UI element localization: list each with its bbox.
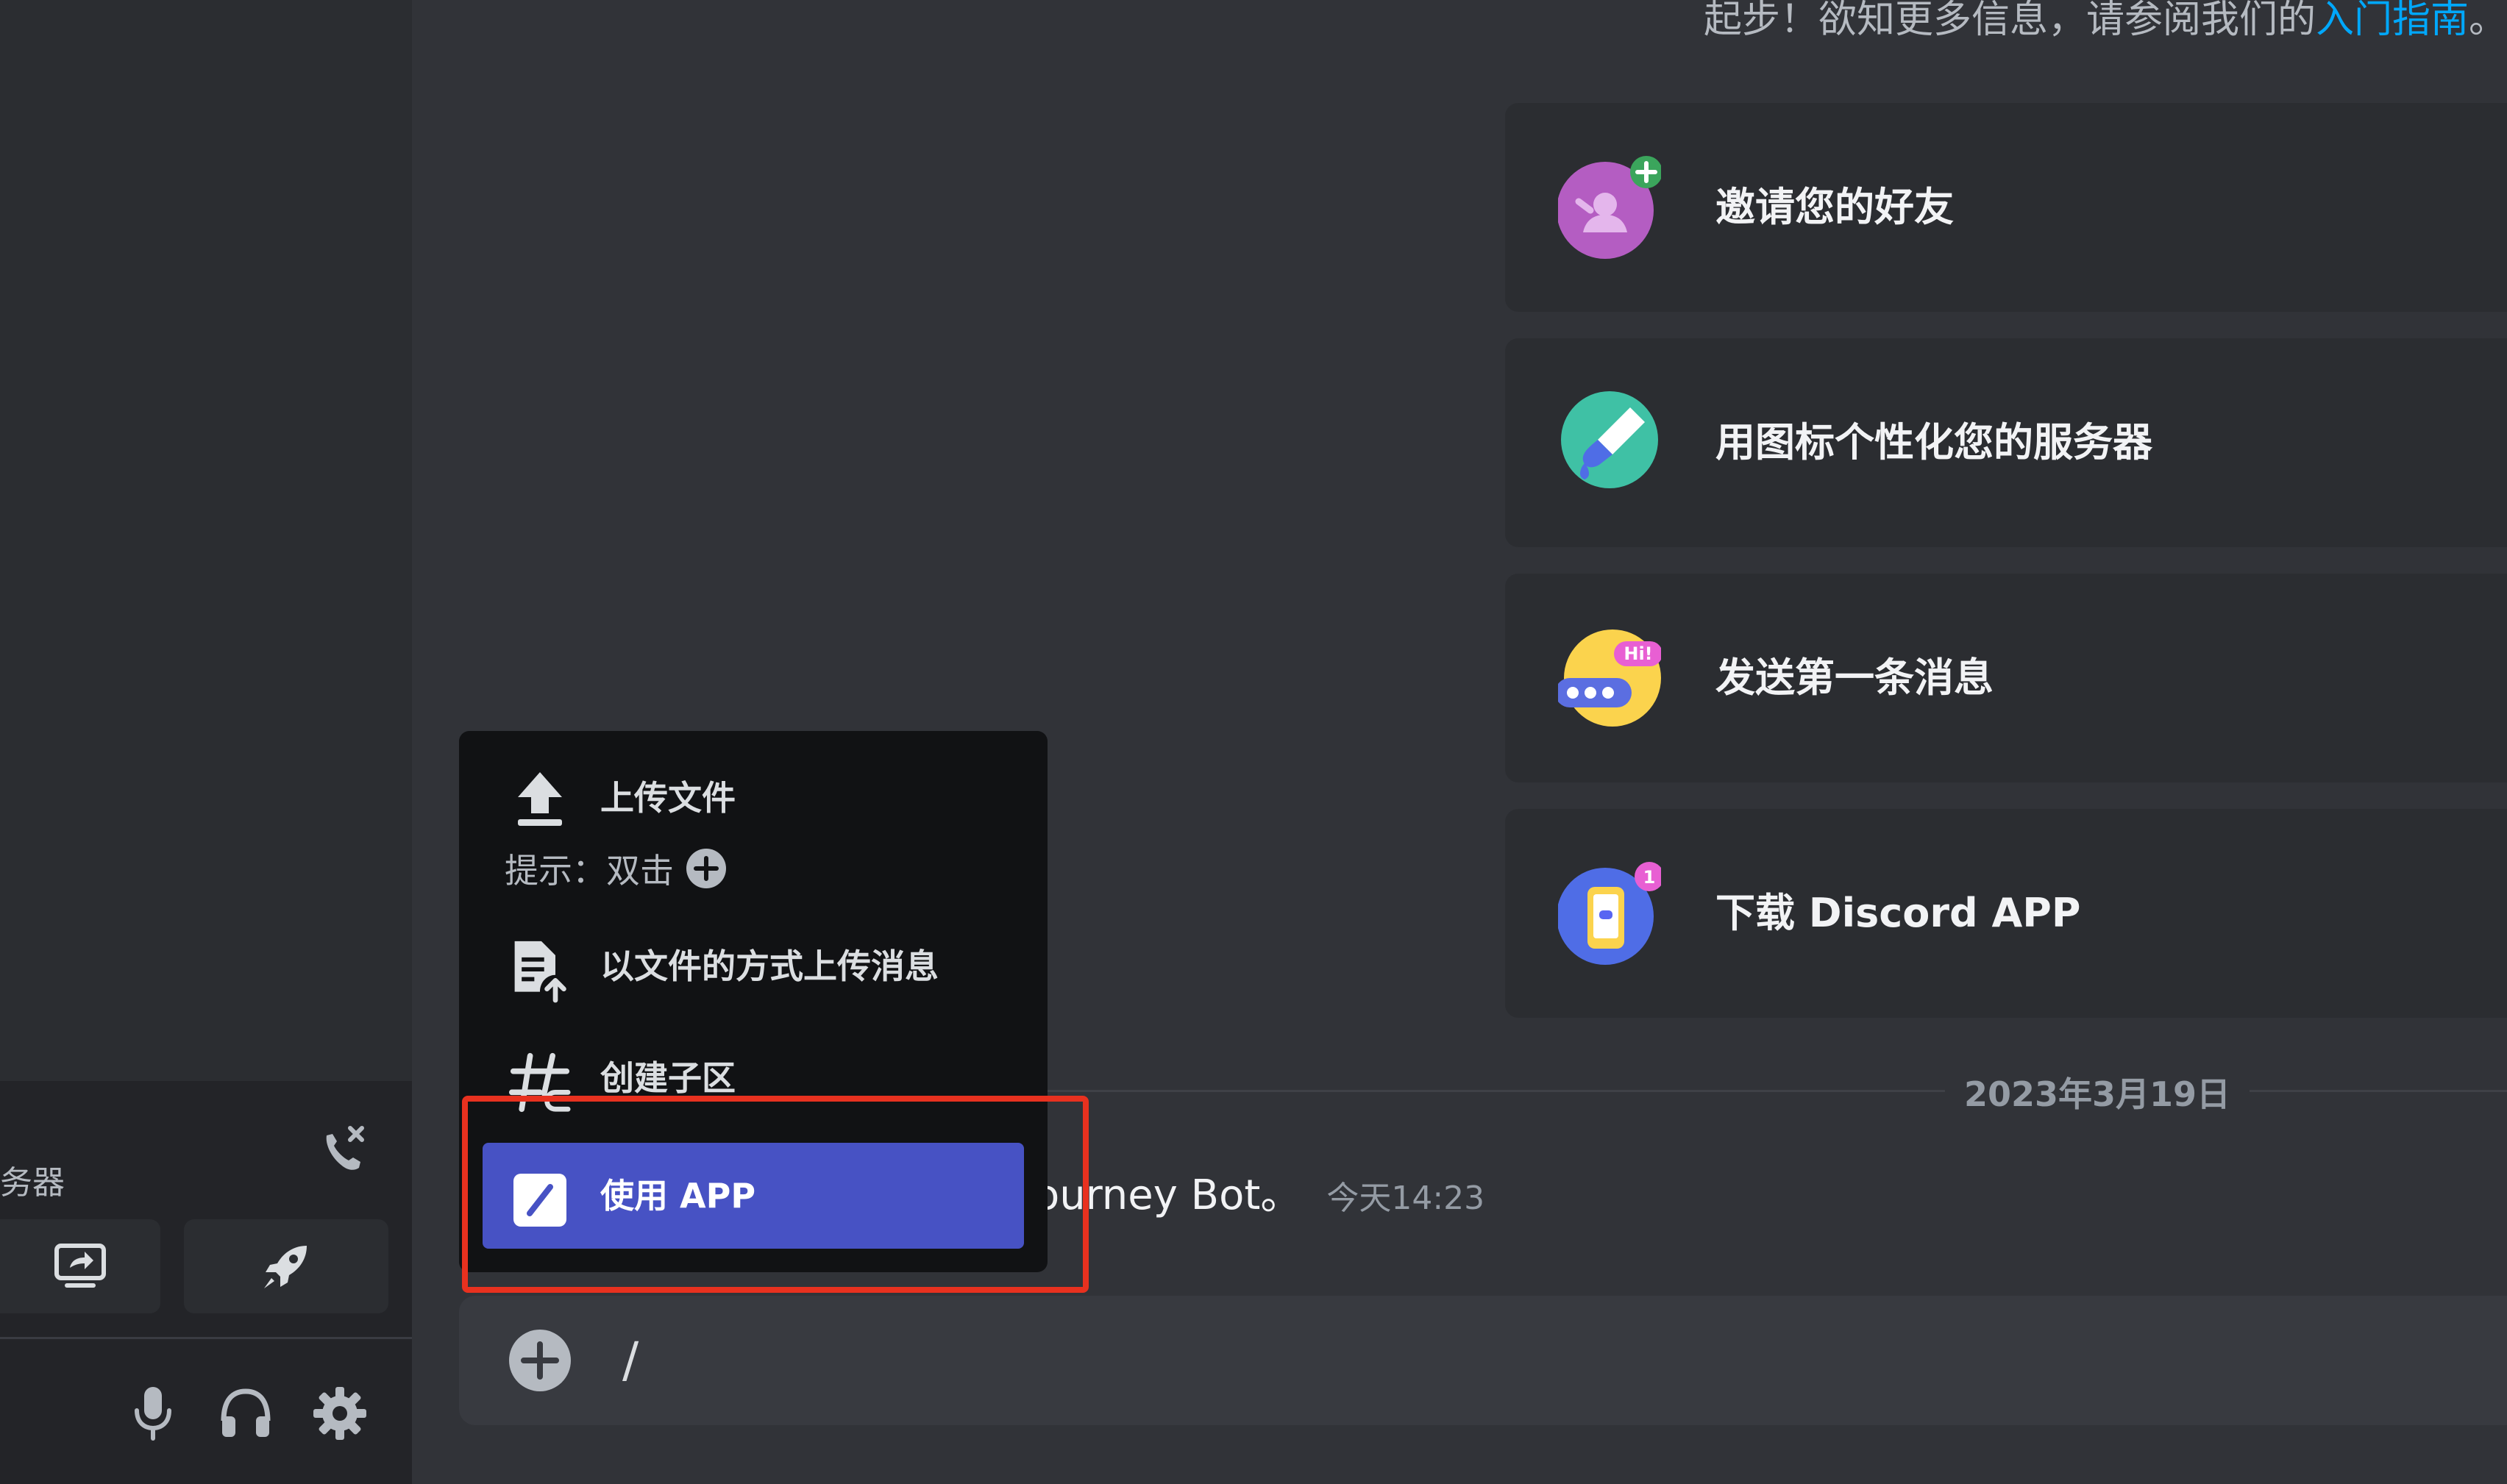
paint-brush-icon <box>1561 391 1658 488</box>
task-card-send-first-message[interactable]: Hi! 发送第一条消息 <box>1505 574 2507 782</box>
menu-item-use-app[interactable]: 使用 APP <box>483 1143 1024 1249</box>
getting-started-link[interactable]: 入门指南 <box>2316 0 2469 42</box>
disconnect-button[interactable] <box>307 1115 381 1188</box>
channel-sidebar: 务器 <box>0 0 412 1484</box>
menu-item-label: 使用 APP <box>600 1176 756 1216</box>
task-card-customize-server[interactable]: 用图标个性化您的服务器 <box>1505 338 2507 547</box>
task-label: 下载 Discord APP <box>1715 890 2081 936</box>
menu-item-create-thread[interactable]: 创建子区 <box>483 1025 1024 1131</box>
task-label: 用图标个性化您的服务器 <box>1715 419 2152 465</box>
upload-hint-text: 提示：双击 <box>505 851 674 891</box>
welcome-text-body: 起步！欲知更多信息，请参阅我们的 <box>1703 0 2316 42</box>
invite-friends-icon <box>1558 156 1661 259</box>
app-window: 务器 起步！欲知更多信息，请参阅我们的入门指南。 邀请您的好友 用图标个性化您的… <box>0 0 2507 1484</box>
task-label: 邀请您的好友 <box>1715 184 1954 230</box>
message-composer[interactable]: / <box>459 1296 2507 1425</box>
gear-icon <box>313 1387 366 1440</box>
voice-server-name: 务器 <box>0 1164 65 1202</box>
phone-disconnect-icon <box>326 1126 364 1170</box>
task-card-download-app[interactable]: 1 下载 Discord APP <box>1505 809 2507 1018</box>
date-divider-label: 2023年3月19日 <box>1945 1068 2250 1116</box>
thread-icon <box>509 1052 571 1113</box>
microphone-icon <box>135 1387 171 1441</box>
plus-circle-icon[interactable] <box>508 1328 572 1393</box>
upload-hint: 提示：双击 <box>505 844 727 893</box>
menu-item-upload-as-message[interactable]: 以文件的方式上传消息 <box>483 913 1024 1019</box>
hi-badge: Hi! <box>1624 643 1652 664</box>
task-card-invite-friends[interactable]: 邀请您的好友 <box>1505 103 2507 312</box>
mobile-app-icon: 1 <box>1558 862 1661 965</box>
attachment-menu: 上传文件 提示：双击 以文件的方式上传消息 创建子区 使用 APP <box>459 731 1048 1272</box>
user-settings-button[interactable] <box>303 1377 377 1450</box>
headphones-icon <box>221 1388 271 1437</box>
slash-command-icon <box>509 1169 571 1231</box>
headphones-button[interactable] <box>209 1377 282 1450</box>
screen-share-button[interactable] <box>0 1219 160 1313</box>
microphone-button[interactable] <box>116 1377 190 1450</box>
menu-item-label: 以文件的方式上传消息 <box>600 946 939 986</box>
activity-button[interactable] <box>184 1219 388 1313</box>
welcome-text: 起步！欲知更多信息，请参阅我们的入门指南。 <box>1704 0 2507 43</box>
menu-item-upload-file[interactable]: 上传文件 <box>483 757 1024 838</box>
file-upload-icon <box>509 940 571 1003</box>
screen-share-icon <box>54 1244 106 1288</box>
rocket-icon <box>264 1246 307 1288</box>
menu-item-label: 创建子区 <box>600 1058 736 1098</box>
menu-item-label: 上传文件 <box>600 778 736 818</box>
system-message-text: ourney Bot。 <box>1034 1171 1302 1219</box>
date-divider-line <box>1037 1090 2507 1092</box>
task-label: 发送第一条消息 <box>1715 654 1994 701</box>
welcome-text-suffix: 。 <box>2468 0 2507 42</box>
message-input-value[interactable]: / <box>622 1296 639 1425</box>
plus-circle-icon <box>686 849 726 888</box>
notification-badge: 1 <box>1643 867 1656 888</box>
message-timestamp: 今天14:23 <box>1326 1180 1485 1217</box>
hi-message-icon: Hi! <box>1558 629 1661 727</box>
upload-icon <box>509 768 571 830</box>
system-message: ourney Bot。 今天14:23 <box>1034 1162 1484 1221</box>
